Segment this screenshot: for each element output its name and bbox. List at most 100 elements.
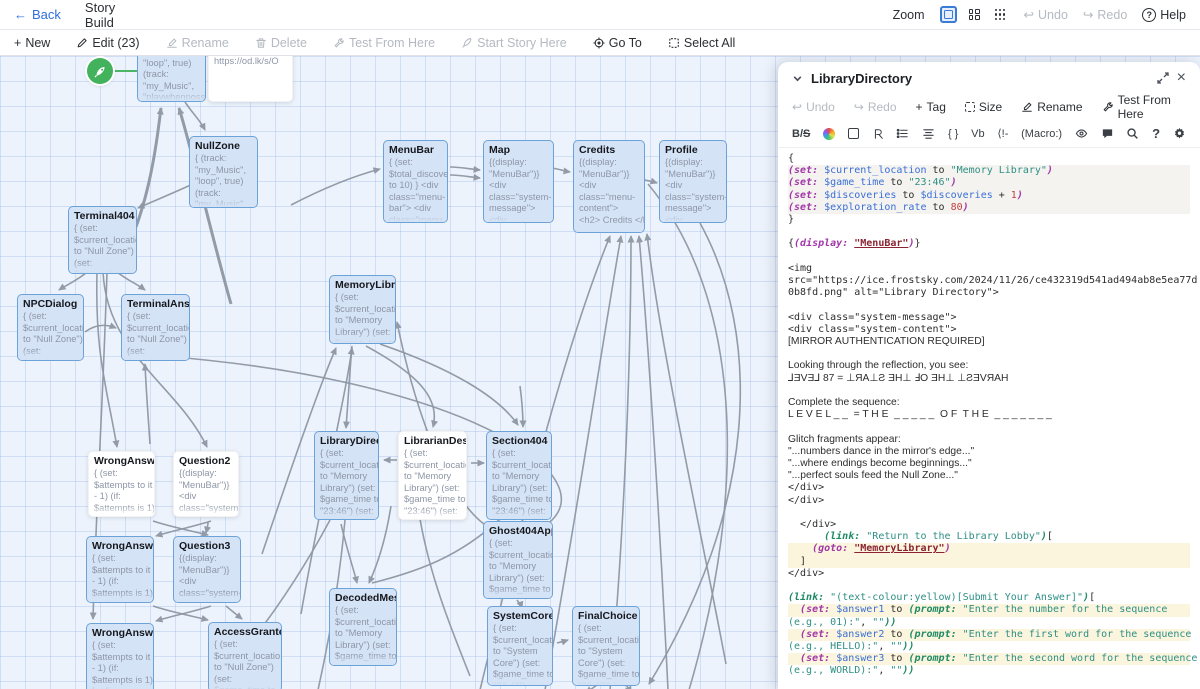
passage-excerpt: { (set: $total_discoveri to 10) } <div c… — [389, 157, 442, 223]
passage-excerpt: { (set: $current_locatio to "Memory Libr… — [492, 448, 546, 517]
frame-button[interactable] — [848, 128, 859, 139]
passage-link-line — [520, 386, 523, 427]
align-center-button[interactable] — [922, 127, 935, 140]
passage-node-TerminalAnswers[interactable]: TerminalAnswers{ (set: $current_locatio … — [121, 294, 190, 361]
code-line: </div> — [788, 495, 1190, 507]
passage-node-WrongAnswer3[interactable]: WrongAnswer3{ (set: $attempts to it - 1)… — [86, 623, 154, 689]
passage-link-line — [639, 236, 668, 689]
macro-button[interactable]: (Macro:) — [1021, 128, 1062, 140]
passage-title: WrongAnswer3 — [92, 627, 148, 640]
chevron-down-icon[interactable] — [792, 73, 803, 84]
delete-button[interactable]: Delete — [255, 36, 307, 50]
tab-build[interactable]: Build — [83, 15, 140, 30]
passage-link-line — [366, 346, 434, 427]
passage-title: AccessGranted — [214, 626, 276, 639]
code-line: (set: $exploration_rate to 80) — [788, 202, 1190, 214]
editor-header: LibraryDirectory × — [778, 62, 1200, 94]
redo-button[interactable]: ↪Redo — [854, 100, 897, 114]
plus-icon: + — [916, 100, 923, 114]
passage-link-line — [59, 272, 87, 290]
passage-node-Terminal404[interactable]: Terminal404{ (set: $current_locatio to "… — [68, 206, 137, 274]
passage-node-LibrarianDesk[interactable]: LibrarianDesk{ (set: $current_locatio to… — [398, 431, 467, 520]
code-line: "...numbers dance in the mirror's edge..… — [788, 446, 1190, 458]
close-icon[interactable]: × — [1177, 69, 1186, 87]
code-line: Glitch fragments appear: — [788, 434, 1190, 446]
tag-button[interactable]: +Tag — [916, 100, 946, 114]
code-line: </div> — [788, 519, 1190, 531]
passage-node-NullZone[interactable]: NullZone{ (track: "my_Music", "loop", tr… — [189, 136, 258, 208]
zoom-level-full-button[interactable] — [940, 6, 957, 23]
help-icon: ? — [1142, 8, 1156, 22]
expand-icon[interactable] — [1157, 72, 1169, 84]
passage-node-SystemCore[interactable]: SystemCore{ (set: $current_locatio to "S… — [487, 606, 553, 686]
back-button[interactable]: ←Back — [14, 7, 61, 22]
help-button[interactable]: ?Help — [1142, 8, 1186, 22]
passage-node-WrongAnswer1[interactable]: WrongAnswer1{ (set: $attempts to it - 1)… — [88, 451, 155, 517]
code-line — [788, 421, 1190, 433]
go-to-button[interactable]: Go To — [593, 36, 642, 50]
zoom-level-medium-button[interactable] — [966, 6, 983, 23]
bold-strike-button[interactable]: B/S — [792, 128, 810, 140]
rename-icon — [1021, 101, 1033, 113]
code-line: { — [788, 153, 1190, 165]
zoom-level-small-button[interactable] — [992, 6, 1009, 23]
select-all-button[interactable]: Select All — [668, 36, 735, 50]
list-button[interactable] — [896, 127, 909, 140]
passage-node-FinalChoice[interactable]: FinalChoice{ (set: $current_locatio to "… — [572, 606, 640, 686]
preview-eye-icon — [1075, 127, 1088, 140]
passage-node-WrongAnswer2[interactable]: WrongAnswer2{ (set: $attempts to it - 1)… — [86, 536, 154, 603]
passage-node-LibraryDirectory[interactable]: LibraryDirectory{ (set: $current_locatio… — [314, 431, 379, 520]
preview-eye-button[interactable] — [1075, 127, 1088, 140]
dashed-square-icon — [668, 37, 680, 49]
passage-title: NullZone — [195, 140, 252, 153]
undo-button[interactable]: ↩Undo — [1024, 7, 1068, 22]
test-from-here-button[interactable]: Test From Here — [1102, 93, 1186, 121]
search-button[interactable] — [1126, 127, 1139, 140]
top-menubar: ←Back PassageStoryBuildTwine Zoom ↩Undo … — [0, 0, 1200, 30]
passage-title: Profile — [665, 144, 721, 157]
code-line: </div> — [788, 568, 1190, 580]
comment-button[interactable]: ⟨!- — [997, 127, 1008, 140]
passage-title: Map — [489, 144, 548, 157]
rename-button[interactable]: Rename — [1021, 100, 1082, 114]
settings-button[interactable] — [1173, 127, 1186, 140]
edit-23-button[interactable]: Edit (23) — [76, 36, 139, 50]
passage-node-AccessGranted[interactable]: AccessGranted{ (set: $current_locatio to… — [208, 622, 282, 689]
passage-node-Profile[interactable]: Profile{(display: "MenuBar")} <div class… — [659, 140, 727, 223]
passage-code-editor[interactable]: {(set: $current_location to "Memory Libr… — [778, 148, 1200, 689]
passage-title: LibrarianDesk — [404, 435, 461, 448]
test-from-here-button[interactable]: Test From Here — [333, 36, 435, 50]
passage-node-MemoryLibrary[interactable]: MemoryLibrary{ (set: $current_locatio to… — [329, 275, 396, 344]
passage-link-line — [153, 606, 208, 620]
code-line: src="https://ice.frostsky.com/2024/11/26… — [788, 275, 1190, 287]
passage-node-Credits[interactable]: Credits{(display: "MenuBar")} <div class… — [573, 140, 645, 233]
rename-button[interactable]: Rename — [166, 36, 229, 50]
code-line — [788, 580, 1190, 592]
size-button[interactable]: Size — [965, 100, 1002, 114]
help-button[interactable]: ? — [1152, 126, 1160, 141]
passage-node-DecodedMessag[interactable]: DecodedMessag{ (set: $current_locatio to… — [329, 588, 397, 666]
new-button[interactable]: +New — [14, 36, 50, 50]
start-story-here-button[interactable]: Start Story Here — [461, 36, 567, 50]
passage-node-music-init-partial[interactable]: "my_Music", "loop", true) (track: "my_Mu… — [137, 56, 206, 102]
redo-button[interactable]: ↪Redo — [1083, 7, 1127, 22]
hook-button[interactable] — [872, 128, 884, 140]
passage-node-Ghost404Appea[interactable]: Ghost404Appea{ (set: $current_locatio to… — [483, 521, 553, 599]
passage-node-Section404[interactable]: Section404{ (set: $current_locatio to "M… — [486, 431, 552, 520]
passage-node-NPCDialog[interactable]: NPCDialog{ (set: $current_locatio to "Nu… — [17, 294, 84, 361]
passage-node-MenuBar[interactable]: MenuBar{ (set: $total_discoveri to 10) }… — [383, 140, 448, 223]
code-line — [788, 299, 1190, 311]
passage-node-url-partial[interactable]: https://od.lk/s/O — [208, 56, 293, 102]
code-line — [788, 348, 1190, 360]
verbatim-button[interactable]: Vb — [971, 128, 984, 140]
passage-node-Question3[interactable]: Question3{(display: "MenuBar")} <div cla… — [173, 536, 241, 603]
passage-node-Map[interactable]: Map{(display: "MenuBar")} <div class="sy… — [483, 140, 554, 223]
tab-story[interactable]: Story — [83, 0, 140, 15]
undo-button[interactable]: ↩Undo — [792, 100, 835, 114]
wrench-icon — [333, 37, 345, 49]
braces-button[interactable]: { } — [948, 128, 958, 140]
passage-link-line — [450, 167, 480, 170]
passage-node-Question2[interactable]: Question2{(display: "MenuBar")} <div cla… — [173, 451, 239, 517]
color-wheel-button[interactable] — [823, 128, 835, 140]
comment-bubble-button[interactable] — [1101, 127, 1114, 140]
